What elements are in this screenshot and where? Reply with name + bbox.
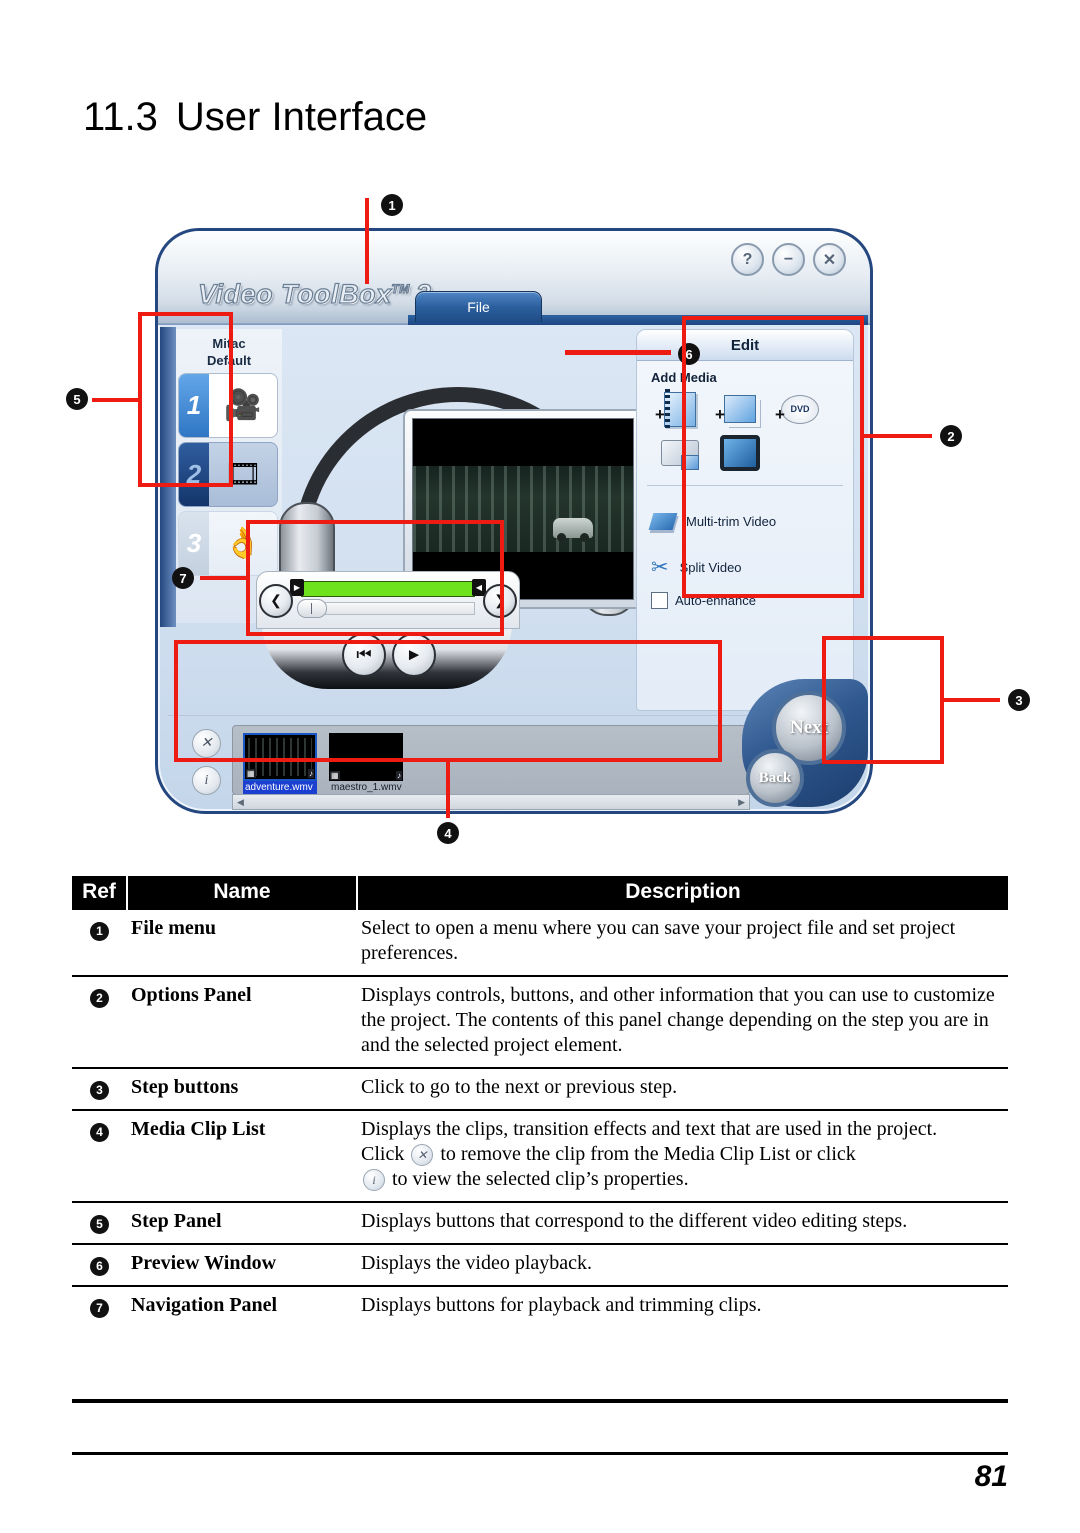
row-name: Step Panel [127,1201,357,1244]
callout-box-4 [174,640,722,762]
ref-badge: 7 [90,1298,109,1318]
multi-trim-icon [648,512,678,530]
car-in-scene [553,518,594,543]
table-body: 1 File menu Select to open a menu where … [72,910,1008,1327]
table-bottom-rule [72,1399,1008,1403]
minimize-icon[interactable]: − [772,243,805,276]
window-controls: ? − ✕ [731,243,846,276]
table-header-row: Ref Name Description [72,876,1008,910]
application-screenshot-figure: Video ToolBoxTM2 File ? − ✕ Mitac Defaul… [66,190,1030,850]
row-description: Displays the video playback. [357,1243,1008,1286]
callout-line-3 [942,698,1000,702]
file-menu-tab[interactable]: File [415,291,542,322]
ref-badge: 2 [90,988,109,1008]
row-ref: 4 [72,1109,127,1202]
back-button[interactable]: Back [746,749,804,807]
callout-box-2 [682,316,864,598]
callout-box-7 [246,520,504,636]
scroll-right-icon[interactable]: ▶ [734,797,749,808]
help-icon[interactable]: ? [731,243,764,276]
row-description-part3: to remove the clip from the Media Clip L… [440,1143,856,1165]
row-description-part2: Click [361,1143,405,1165]
callout-line-4 [446,760,450,818]
scroll-left-icon[interactable]: ◀ [233,797,248,808]
callout-4: 4 [437,822,459,844]
manual-page: 11.3User Interface Video ToolBoxTM2 File… [0,0,1080,1533]
row-description-part4: to view the selected clip’s properties. [392,1168,689,1190]
footer-rule [72,1452,1008,1455]
row-ref: 3 [72,1067,127,1110]
row-name: File menu [131,917,216,939]
video-badge-icon: ▦ [246,769,256,778]
video-badge-icon: ▦ [330,771,340,780]
clip-name: maestro_1.wmv [331,782,402,793]
audio-badge-icon: ♪ [396,771,402,780]
callout-7: 7 [172,567,194,589]
table-row: 1 File menu Select to open a menu where … [72,910,1008,976]
table-row: 7 Navigation Panel Displays buttons for … [72,1285,1008,1327]
row-ref: 6 [72,1243,127,1286]
row-description: Click to go to the next or previous step… [357,1067,1008,1110]
row-description: Displays buttons that correspond to the … [357,1201,1008,1244]
column-header-description: Description [357,876,1008,910]
callout-1: 1 [381,194,403,216]
callout-line-5 [92,398,140,402]
row-ref: 5 [72,1201,127,1244]
callout-box-5 [138,312,233,487]
ref-badge: 6 [90,1256,109,1276]
app-logo-text: Video ToolBox [197,278,392,309]
close-icon[interactable]: ✕ [813,243,846,276]
row-name: Media Clip List [127,1109,357,1202]
table-row: 6 Preview Window Displays the video play… [72,1243,1008,1286]
step-number: 3 [179,512,209,575]
row-description: Displays controls, buttons, and other in… [357,975,1008,1068]
table-row: 5 Step Panel Displays buttons that corre… [72,1201,1008,1244]
column-header-ref: Ref [72,876,128,910]
table-header: Ref Name Description [72,876,1008,910]
auto-enhance-checkbox[interactable] [651,592,668,609]
column-header-name: Name [127,876,358,910]
ref-badge: 4 [90,1122,109,1142]
clip-properties-icon[interactable]: i [192,766,221,795]
clip-list-scrollbar[interactable]: ◀ ▶ [232,794,750,810]
callout-3: 3 [1008,689,1030,711]
row-name: Options Panel [127,975,357,1068]
row-description: Displays the clips, transition effects a… [357,1109,1008,1202]
page-title: 11.3 User Interface [83,95,427,140]
callout-line-7 [200,576,248,580]
row-name: Navigation Panel [127,1285,357,1327]
row-ref: 2 [72,975,127,1068]
page-number: 81 [974,1460,1008,1493]
row-name: Step buttons [127,1067,357,1110]
row-ref: 1 [72,910,127,976]
ref-badge: 3 [90,1080,109,1100]
section-number: 11.3 [83,95,158,139]
callout-line-1 [365,198,369,284]
ref-badge: 1 [90,921,109,941]
table-row: 3 Step buttons Click to go to the next o… [72,1067,1008,1110]
callout-box-3 [822,636,944,764]
audio-badge-icon: ♪ [308,769,314,778]
row-description: Select to open a menu where you can save… [361,917,956,964]
reference-table: Ref Name Description 1 File menu Select … [72,876,1008,1327]
table-row: 2 Options Panel Displays controls, butto… [72,975,1008,1068]
section-title: User Interface [175,95,428,139]
remove-clip-icon: ✕ [411,1144,434,1167]
table-row: 4 Media Clip List Displays the clips, tr… [72,1109,1008,1202]
row-ref: 7 [72,1285,127,1327]
trademark-mark: TM [391,281,410,296]
callout-line-6 [565,350,671,355]
plus-icon: + [655,405,665,424]
row-description: Displays buttons for playback and trimmi… [357,1285,1008,1327]
row-description-part1: Displays the clips, transition effects a… [361,1118,938,1140]
clip-properties-icon: i [363,1169,385,1192]
scissors-icon: ✂ [651,555,669,579]
app-logo: Video ToolBoxTM2 [197,278,431,310]
ref-badge: 5 [90,1214,109,1234]
callout-line-2 [862,434,932,438]
clip-name: adventure.wmv [243,781,317,794]
callout-5: 5 [66,388,88,410]
callout-2: 2 [940,425,962,447]
row-name: Preview Window [127,1243,357,1286]
